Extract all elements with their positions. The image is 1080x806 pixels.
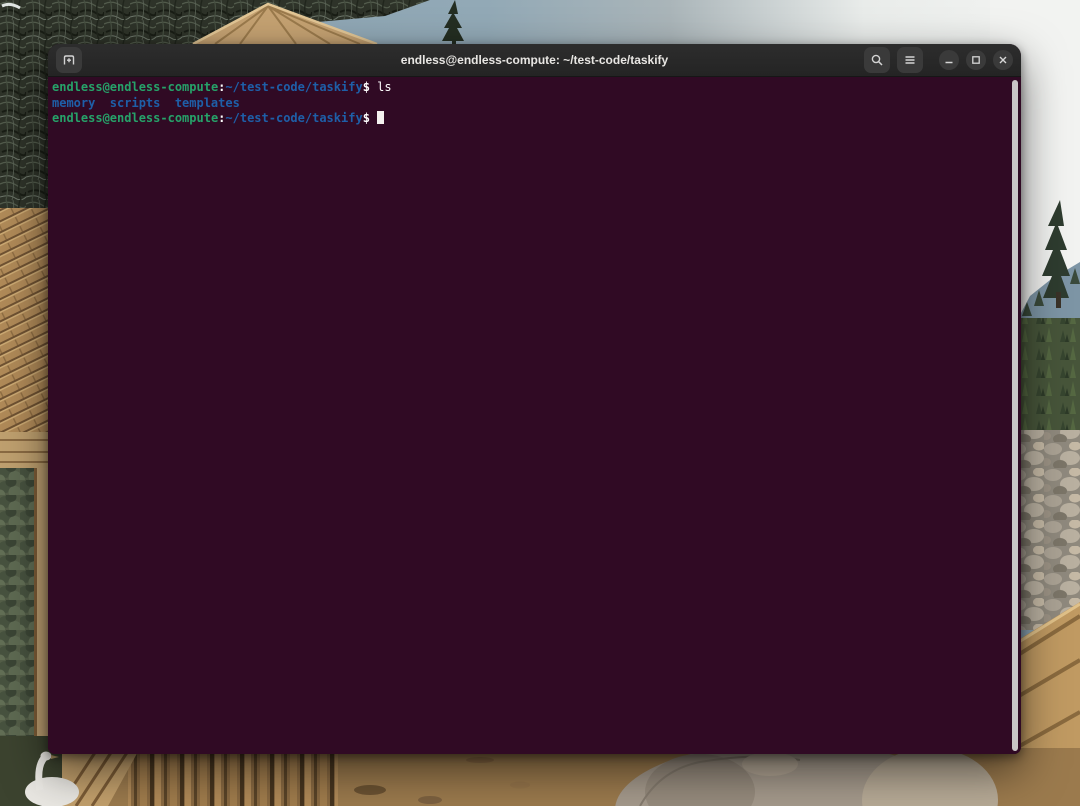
menu-button[interactable]: [897, 47, 923, 73]
search-icon: [870, 53, 884, 67]
plank-stack: [0, 208, 52, 448]
white-bird-figure: [25, 777, 79, 806]
terminal-window: endless@endless-compute: ~/test-code/tas…: [48, 44, 1021, 754]
hamburger-menu-icon: [903, 53, 917, 67]
terminal-prompt-line: endless@endless-compute:~/test-code/task…: [52, 80, 1017, 96]
search-button[interactable]: [864, 47, 890, 73]
directory-name: templates: [175, 96, 240, 110]
prompt-dollar: $: [363, 80, 370, 94]
terminal-screen[interactable]: endless@endless-compute:~/test-code/task…: [48, 77, 1021, 754]
titlebar[interactable]: endless@endless-compute: ~/test-code/tas…: [48, 44, 1021, 77]
directory-name: scripts: [110, 96, 161, 110]
new-tab-button[interactable]: [56, 47, 82, 73]
close-icon: [998, 55, 1008, 65]
terminal-cursor: [377, 111, 384, 124]
directory-name: memory: [52, 96, 95, 110]
command-text: ls: [377, 80, 391, 94]
minimize-button[interactable]: [939, 50, 959, 70]
minimize-icon: [944, 55, 954, 65]
terminal-output-line: memory scripts templates: [52, 96, 1017, 112]
maximize-button[interactable]: [966, 50, 986, 70]
new-tab-icon: [62, 53, 76, 67]
prompt-dollar: $: [363, 111, 370, 125]
scrollbar-track[interactable]: [1011, 79, 1020, 752]
prompt-user-host: endless@endless-compute: [52, 111, 218, 125]
prompt-path: ~/test-code/taskify: [225, 111, 362, 125]
terminal-prompt-line: endless@endless-compute:~/test-code/task…: [52, 111, 1017, 127]
maximize-icon: [971, 55, 981, 65]
prompt-user-host: endless@endless-compute: [52, 80, 218, 94]
close-button[interactable]: [993, 50, 1013, 70]
prompt-path: ~/test-code/taskify: [225, 80, 362, 94]
desktop: endless@endless-compute: ~/test-code/tas…: [0, 0, 1080, 806]
scree-slope: [1012, 430, 1080, 630]
scrollbar-thumb[interactable]: [1012, 80, 1018, 751]
window-controls: [864, 47, 1013, 73]
window-title: endless@endless-compute: ~/test-code/tas…: [401, 53, 668, 67]
